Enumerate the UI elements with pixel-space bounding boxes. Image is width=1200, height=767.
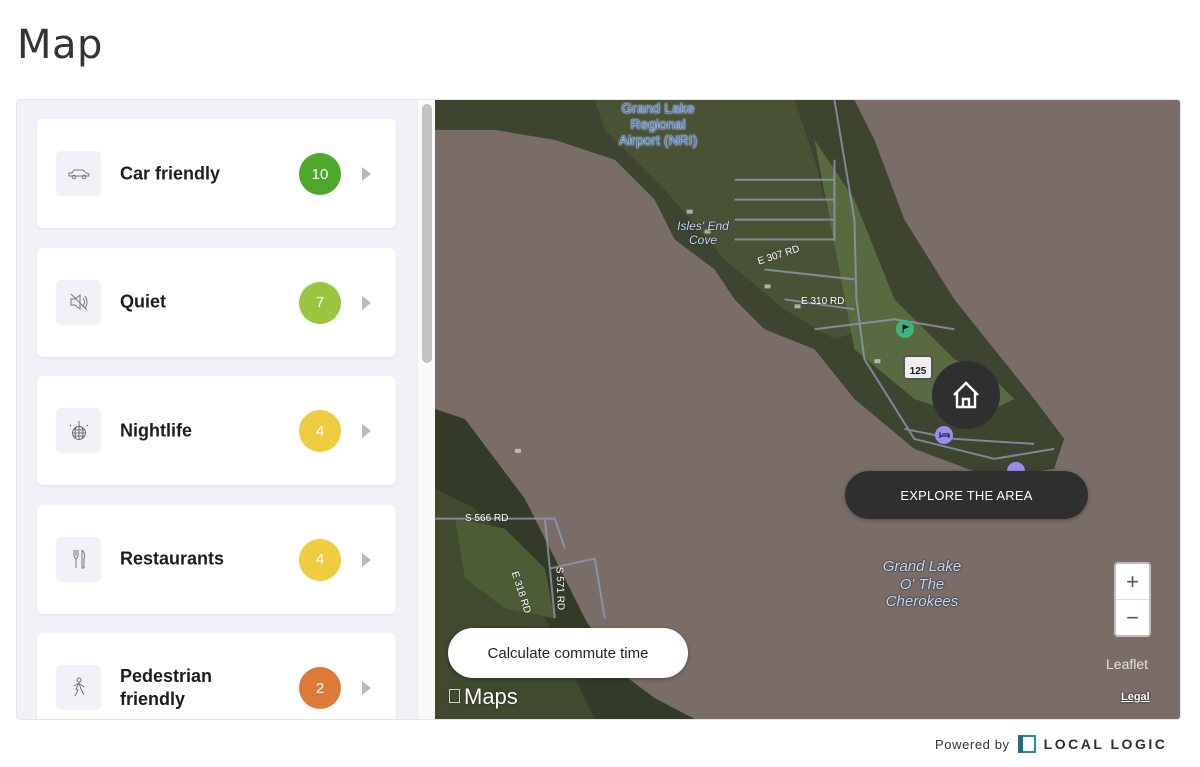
score-card-label: Quiet <box>120 291 167 312</box>
road-label: S 571 RD <box>553 566 566 611</box>
apple-maps-logo:  Maps <box>447 684 518 710</box>
score-card-label: Car friendly <box>120 163 221 183</box>
explore-area-button[interactable]: EXPLORE THE AREA <box>845 471 1088 519</box>
score-badge: 7 <box>299 281 341 324</box>
highway-shield: 125 <box>903 355 933 380</box>
score-card-label: Restaurants <box>120 548 225 569</box>
page-title: Map <box>17 22 103 68</box>
brand-name: LOCAL LOGIC <box>1043 736 1168 752</box>
map-label-cove: Isles' End Cove <box>677 219 729 247</box>
chevron-right-icon <box>362 424 371 438</box>
road-label: S 566 RD <box>465 513 509 524</box>
pedestrian-icon <box>73 677 84 696</box>
score-badge: 4 <box>299 410 341 452</box>
score-card-car-friendly[interactable]: Car friendly 10 <box>37 119 396 228</box>
score-card-label: Pedestrian friendly <box>120 665 213 709</box>
score-card-pedestrian-friendly[interactable]: Pedestrian friendly 2 <box>37 633 396 719</box>
powered-by-label: Powered by <box>935 736 1010 752</box>
legal-link[interactable]: Legal <box>1121 691 1150 703</box>
fork-knife-icon <box>73 549 85 569</box>
chevron-right-icon <box>362 167 371 181</box>
zoom-control: + − <box>1114 562 1151 637</box>
bed-icon <box>939 432 949 438</box>
home-marker[interactable] <box>932 361 1000 429</box>
scrollbar-thumb[interactable] <box>422 104 432 363</box>
road-label: E 310 RD <box>801 296 845 307</box>
sidebar-scrollbar[interactable] <box>417 100 435 719</box>
score-card-restaurants[interactable]: Restaurants 4 <box>37 504 396 614</box>
hotel-poi-marker[interactable] <box>935 426 953 444</box>
golf-flag-icon <box>902 324 910 333</box>
chevron-right-icon <box>362 681 371 695</box>
score-badge: 10 <box>299 153 341 195</box>
map-widget: Car friendly 10 Quiet 7 Nightlife 4 Rest… <box>16 99 1181 720</box>
leaflet-attribution[interactable]: Leaflet <box>1106 656 1148 672</box>
calculate-commute-button[interactable]: Calculate commute time <box>448 628 688 678</box>
score-card-label: Nightlife <box>120 420 192 440</box>
chevron-right-icon <box>362 295 371 310</box>
maps-provider-label: Maps <box>449 684 518 709</box>
home-icon <box>953 381 979 409</box>
zoom-out-button[interactable]: − <box>1116 600 1149 635</box>
disco-ball-icon <box>69 420 88 440</box>
zoom-in-button[interactable]: + <box>1116 564 1149 600</box>
chevron-right-icon <box>362 552 371 567</box>
satellite-terrain <box>435 100 1180 719</box>
score-badge: 4 <box>299 538 341 581</box>
map-label-lake: Grand Lake O' The Cherokees <box>882 558 962 610</box>
golf-poi-marker[interactable] <box>896 320 914 338</box>
local-logic-logo-icon <box>1017 735 1036 753</box>
apple-logo-icon:  <box>447 686 462 709</box>
score-card-list: Car friendly 10 Quiet 7 Nightlife 4 Rest… <box>37 119 396 719</box>
map-label-airport: Grand Lake Regional Airport (NRI) <box>618 100 698 148</box>
map-view[interactable]: Grand Lake Regional Airport (NRI) Isles'… <box>435 100 1180 719</box>
muted-speaker-icon <box>70 293 87 311</box>
footer-branding: Powered by LOCAL LOGIC <box>935 734 1167 754</box>
score-card-quiet[interactable]: Quiet 7 <box>37 247 396 357</box>
score-sidebar: Car friendly 10 Quiet 7 Nightlife 4 Rest… <box>17 100 435 719</box>
car-icon <box>68 169 89 179</box>
score-badge: 2 <box>299 667 341 709</box>
score-card-nightlife[interactable]: Nightlife 4 <box>37 376 396 485</box>
